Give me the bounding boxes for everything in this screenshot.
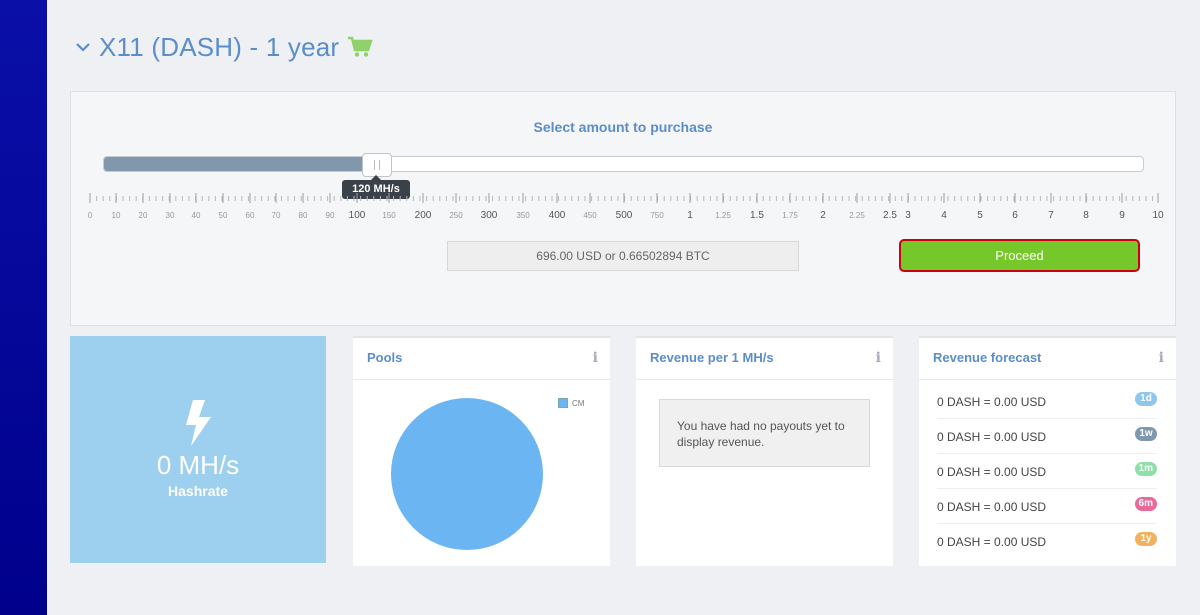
forecast-value: 0 DASH = 0.00 USD: [937, 430, 1047, 444]
no-payouts-message: You have had no payouts yet to display r…: [659, 399, 870, 467]
tick-label: 1.5: [750, 210, 764, 221]
forecast-row: 0 DASH = 0.00 USD 1w: [937, 419, 1157, 454]
pools-card-header: Pools i: [353, 338, 610, 380]
forecast-value: 0 DASH = 0.00 USD: [937, 535, 1047, 549]
amount-slider[interactable]: [103, 153, 1144, 177]
tick-label: 150: [382, 211, 396, 220]
slider-handle[interactable]: [362, 153, 392, 177]
cart-icon[interactable]: [347, 36, 374, 58]
tick-label: 400: [549, 210, 566, 221]
chevron-down-icon[interactable]: [73, 37, 93, 57]
period-badge: 1y: [1135, 532, 1157, 546]
tick-label: 7: [1048, 210, 1054, 221]
pools-title: Pools: [367, 350, 403, 365]
tick-label: 750: [650, 211, 664, 220]
slider-scale: 0 10 20 30 40 50 60 70 80 90 100 150 200 250 300 350 400…: [88, 193, 1164, 221]
forecast-row: 0 DASH = 0.00 USD 1d: [937, 384, 1157, 419]
purchase-label: Select amount to purchase: [533, 119, 713, 135]
tick-label: 1: [687, 210, 693, 221]
period-badge: 1w: [1135, 427, 1157, 441]
pie-slice-cm: [391, 398, 543, 550]
forecast-row: 0 DASH = 0.00 USD 6m: [937, 489, 1157, 524]
tick-label: 0: [88, 211, 93, 220]
tick-label: 1.75: [782, 211, 798, 220]
info-icon[interactable]: i: [876, 350, 881, 366]
hashrate-label: Hashrate: [168, 483, 228, 499]
tick-label: 30: [166, 211, 175, 220]
tick-label: 2.25: [849, 211, 865, 220]
forecast-title: Revenue forecast: [933, 350, 1042, 365]
tick-label: 500: [616, 210, 633, 221]
tick-label: 50: [219, 211, 228, 220]
tick-label: 3: [905, 210, 911, 221]
revenue-title: Revenue per 1 MH/s: [650, 350, 774, 365]
tick-label: 60: [246, 211, 255, 220]
forecast-value: 0 DASH = 0.00 USD: [937, 395, 1047, 409]
pools-pie-chart: [391, 398, 543, 550]
tick-label: 5: [977, 210, 983, 221]
purchase-panel: Select amount to purchase 120 MH/s 0 10 20…: [70, 91, 1176, 326]
pools-card: Pools i CM: [353, 336, 610, 566]
tick-label: 8: [1083, 210, 1089, 221]
tick-label: 250: [449, 211, 463, 220]
tick-label: 80: [299, 211, 308, 220]
proceed-button[interactable]: Proceed: [899, 239, 1140, 272]
legend-swatch: [558, 398, 568, 408]
hashrate-value: 0 MH/s: [156, 450, 240, 480]
tick-label: 70: [272, 211, 281, 220]
revenue-card-header: Revenue per 1 MH/s i: [636, 338, 893, 380]
tick-label: 90: [326, 211, 335, 220]
forecast-card: Revenue forecast i 0 DASH = 0.00 USD 1d …: [919, 336, 1176, 566]
tick-label: 350: [516, 211, 530, 220]
legend-label: CM: [572, 398, 585, 408]
period-badge: 6m: [1134, 497, 1157, 511]
page-title: X11 (DASH) - 1 year: [99, 31, 340, 62]
tick-label: 2: [820, 210, 826, 221]
hashrate-tile: 0 MH/s Hashrate: [70, 336, 326, 563]
period-badge: 1m: [1134, 462, 1157, 476]
tick-label: 300: [481, 210, 498, 221]
price-display: 696.00 USD or 0.66502894 BTC: [447, 241, 799, 271]
tick-label: 2.5: [883, 210, 897, 221]
info-icon[interactable]: i: [593, 350, 598, 366]
period-badge: 1d: [1135, 392, 1157, 406]
forecast-card-header: Revenue forecast i: [919, 338, 1176, 380]
forecast-row: 0 DASH = 0.00 USD 1y: [937, 524, 1157, 559]
tick-label: 40: [192, 211, 201, 220]
tick-label: 100: [349, 210, 366, 221]
tick-label: 4: [941, 210, 947, 221]
info-icon[interactable]: i: [1159, 350, 1164, 366]
tick-label: 10: [112, 211, 121, 220]
tick-label: 10: [1152, 210, 1164, 221]
forecast-value: 0 DASH = 0.00 USD: [937, 500, 1047, 514]
pie-legend: CM: [558, 398, 584, 408]
tick-label: 20: [139, 211, 148, 220]
left-sidebar: [0, 0, 47, 615]
slider-fill: [104, 157, 377, 171]
tick-label: 1.25: [715, 211, 731, 220]
tick-label: 450: [583, 211, 597, 220]
revenue-card: Revenue per 1 MH/s i You have had no pay…: [636, 336, 893, 566]
forecast-value: 0 DASH = 0.00 USD: [937, 465, 1047, 479]
tick-label: 200: [415, 210, 432, 221]
tick-label: 9: [1119, 210, 1125, 221]
bolt-icon: [186, 400, 211, 446]
section-header[interactable]: X11 (DASH) - 1 year: [73, 30, 374, 64]
forecast-row: 0 DASH = 0.00 USD 1m: [937, 454, 1157, 489]
tick-label: 6: [1012, 210, 1018, 221]
